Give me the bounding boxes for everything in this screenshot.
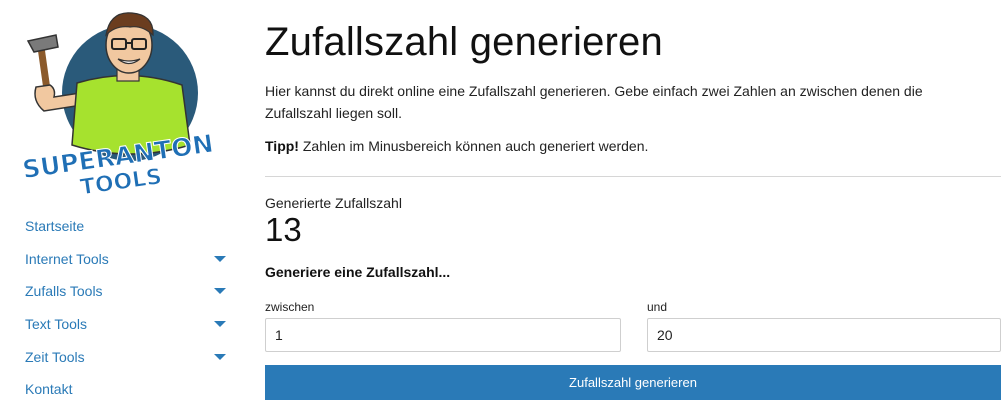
superanton-tools-logo[interactable]: SUPERANTON TOOLS: [22, 5, 217, 197]
page: SUPERANTON TOOLS Startseite Internet Too…: [0, 0, 1001, 400]
sidebar-item-text-tools[interactable]: Text Tools: [25, 308, 230, 341]
sidebar-item-label: Internet Tools: [25, 250, 109, 267]
divider: [265, 176, 1001, 177]
sidebar-item-label: Startseite: [25, 218, 85, 235]
result-label: Generierte Zufallszahl: [265, 195, 402, 211]
to-label: und: [647, 300, 668, 314]
generate-button[interactable]: Zufallszahl generieren: [265, 365, 1001, 400]
to-number-input[interactable]: [647, 318, 1001, 352]
page-title: Zufallszahl generieren: [265, 20, 663, 64]
sidebar-item-internet-tools[interactable]: Internet Tools: [25, 243, 230, 276]
tip-text: Tipp! Zahlen im Minusbereich können auch…: [265, 138, 648, 154]
result-value: 13: [265, 211, 302, 248]
sidebar-item-zeit-tools[interactable]: Zeit Tools: [25, 340, 230, 373]
sidebar-item-startseite[interactable]: Startseite: [25, 210, 230, 243]
intro-text: Hier kannst du direkt online eine Zufall…: [265, 83, 923, 121]
caret-down-icon[interactable]: [214, 353, 226, 360]
sidebar-item-label: Text Tools: [25, 316, 87, 333]
tip-label: Tipp!: [265, 138, 299, 154]
sidebar-item-label: Zeit Tools: [25, 348, 85, 365]
sidebar-item-kontakt[interactable]: Kontakt: [25, 373, 230, 400]
sidebar-item-zufalls-tools[interactable]: Zufalls Tools: [25, 275, 230, 308]
from-number-input[interactable]: [265, 318, 621, 352]
caret-down-icon[interactable]: [214, 321, 226, 328]
caret-down-icon[interactable]: [214, 255, 226, 262]
from-label: zwischen: [265, 300, 315, 314]
caret-down-icon[interactable]: [214, 288, 226, 295]
sidebar-item-label: Zufalls Tools: [25, 283, 103, 300]
sidebar-item-label: Kontakt: [25, 381, 73, 398]
sidebar: SUPERANTON TOOLS Startseite Internet Too…: [0, 0, 240, 400]
generate-heading: Generiere eine Zufallszahl...: [265, 264, 451, 280]
sidebar-nav: Startseite Internet Tools Zufalls Tools …: [25, 210, 230, 400]
tip-body: Zahlen im Minusbereich können auch gener…: [298, 138, 649, 154]
